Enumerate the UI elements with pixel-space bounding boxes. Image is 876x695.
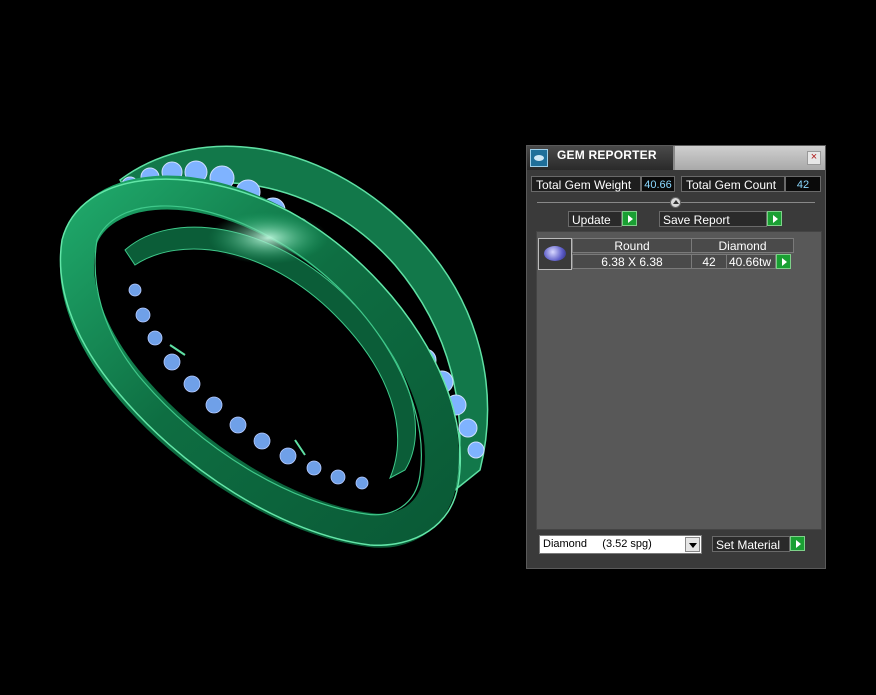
update-button[interactable]: Update <box>568 211 622 227</box>
save-report-button[interactable]: Save Report <box>659 211 767 227</box>
gem-count: 42 <box>691 254 727 269</box>
gem-row-play-icon[interactable] <box>776 254 791 269</box>
collapse-icon[interactable] <box>670 197 681 208</box>
gem-material: Diamond <box>691 238 794 253</box>
gem-reporter-panel: GEM REPORTER × Total Gem Weight 40.66 To… <box>526 145 826 569</box>
gem-reporter-icon <box>530 149 548 167</box>
title-tab: GEM REPORTER <box>527 146 675 170</box>
material-select[interactable]: Diamond (3.52 spg) <box>539 535 702 554</box>
update-play-icon[interactable] <box>622 211 637 226</box>
set-material-play-icon[interactable] <box>790 536 805 551</box>
total-gem-weight-value: 40.66 <box>641 176 675 192</box>
set-material-button[interactable]: Set Material <box>712 536 790 552</box>
set-material-button-label: Set Material <box>716 538 781 552</box>
gem-size: 6.38 X 6.38 <box>572 254 692 269</box>
panel-title: GEM REPORTER <box>557 148 657 162</box>
save-report-play-icon[interactable] <box>767 211 782 226</box>
chevron-down-icon[interactable] <box>685 537 700 552</box>
round-gem-icon <box>538 238 572 270</box>
close-icon[interactable]: × <box>807 151 821 165</box>
gem-list[interactable]: Round Diamond 6.38 X 6.38 42 40.66tw <box>536 231 822 530</box>
gem-cut: Round <box>572 238 692 253</box>
save-report-button-label: Save Report <box>663 213 730 227</box>
title-bar[interactable]: GEM REPORTER × <box>527 146 825 170</box>
total-gem-weight-label: Total Gem Weight <box>531 176 641 192</box>
total-gem-count-label: Total Gem Count <box>681 176 785 192</box>
gem-thumbnail-stone <box>544 246 566 261</box>
total-gem-count-value: 42 <box>785 176 821 192</box>
gem-weight: 40.66tw <box>726 254 776 269</box>
material-select-value: Diamond (3.52 spg) <box>543 538 652 550</box>
update-button-label: Update <box>572 213 611 227</box>
inner-diamond-row <box>128 283 369 490</box>
